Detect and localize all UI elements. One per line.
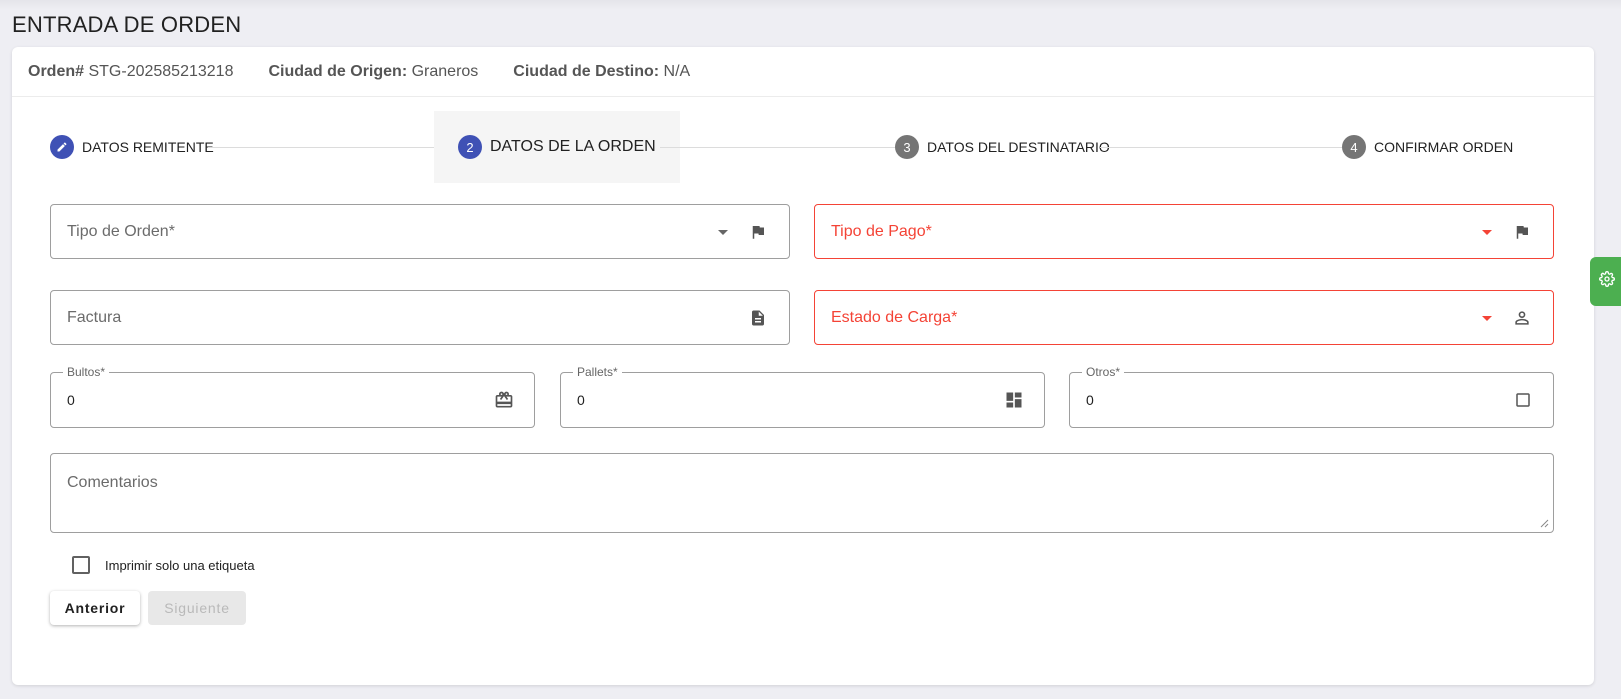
tipo-pago-placeholder: Tipo de Pago* [831,222,932,240]
tipo-orden-placeholder: Tipo de Orden* [67,222,175,240]
gear-icon [1599,271,1615,292]
stepper: DATOS REMITENTE 2 DATOS DE LA ORDEN 3 DA… [12,111,1594,183]
tipo-orden-select[interactable]: Tipo de Orden* [50,204,790,259]
dashboard-icon [1004,390,1024,410]
settings-tab[interactable] [1590,257,1621,306]
bultos-label: Bultos* [63,365,110,379]
destination-city-label: Ciudad de Destino: [513,62,660,80]
step-connector [1100,147,1342,148]
step-label: DATOS DE LA ORDEN [490,138,656,155]
order-number: Orden# STG-202585213218 [28,63,233,81]
step-datos-remitente[interactable]: DATOS REMITENTE [50,111,214,183]
tipo-pago-select[interactable]: Tipo de Pago* [814,204,1554,259]
step-number: 4 [1342,135,1366,159]
pallets-value: 0 [577,392,585,408]
order-info-bar: Orden# STG-202585213218 Ciudad de Origen… [12,47,1594,97]
step-number: 3 [895,135,919,159]
order-card: Orden# STG-202585213218 Ciudad de Origen… [12,47,1594,685]
step-connector [660,147,895,148]
origin-city: Ciudad de Origen: Graneros [268,63,478,81]
gift-card-icon [494,390,514,410]
print-single-label-checkbox[interactable] [72,556,90,574]
document-icon [748,308,768,328]
comentarios-placeholder: Comentarios [67,474,158,491]
step-datos-destinatario[interactable]: 3 DATOS DEL DESTINATARIO [895,111,1110,183]
resize-handle-icon[interactable] [1539,518,1549,528]
person-icon [1512,308,1532,328]
step-label: DATOS REMITENTE [82,139,214,155]
flag-icon [748,222,768,242]
chevron-down-icon [1482,315,1492,321]
next-button[interactable]: Siguiente [148,591,246,625]
origin-city-value: Graneros [411,62,479,80]
top-shade [0,0,1621,10]
chevron-down-icon [1482,229,1492,235]
step-number: 2 [458,135,482,159]
factura-placeholder: Factura [67,308,122,326]
otros-label: Otros* [1082,365,1125,379]
flag-icon [1512,222,1532,242]
pallets-input[interactable]: Pallets* 0 [560,365,1045,428]
order-number-label: Orden# [28,62,85,80]
step-connector [208,147,434,148]
step-confirmar-orden[interactable]: 4 CONFIRMAR ORDEN [1342,111,1513,183]
pencil-icon [50,135,74,159]
step-label: DATOS DEL DESTINATARIO [927,139,1110,155]
page-title: ENTRADA DE ORDEN [12,12,242,37]
destination-city-value: N/A [663,62,691,80]
previous-button[interactable]: Anterior [50,591,140,625]
chevron-down-icon [718,229,728,235]
print-single-label-text: Imprimir solo una etiqueta [105,557,255,573]
factura-input[interactable]: Factura [50,290,790,345]
otros-value: 0 [1086,392,1094,408]
bultos-value: 0 [67,392,75,408]
square-icon [1513,390,1533,410]
step-label: CONFIRMAR ORDEN [1374,139,1514,155]
estado-carga-select[interactable]: Estado de Carga* [814,290,1554,345]
otros-input[interactable]: Otros* 0 [1069,365,1554,428]
bultos-input[interactable]: Bultos* 0 [50,365,535,428]
origin-city-label: Ciudad de Origen: [268,62,408,80]
comentarios-textarea[interactable]: Comentarios [50,453,1554,533]
estado-carga-placeholder: Estado de Carga* [831,308,958,326]
order-number-value: STG-202585213218 [88,62,234,80]
print-single-label-option[interactable]: Imprimir solo una etiqueta [72,556,255,574]
step-datos-orden[interactable]: 2 DATOS DE LA ORDEN [434,111,680,183]
pallets-label: Pallets* [573,365,622,379]
destination-city: Ciudad de Destino: N/A [513,63,690,81]
